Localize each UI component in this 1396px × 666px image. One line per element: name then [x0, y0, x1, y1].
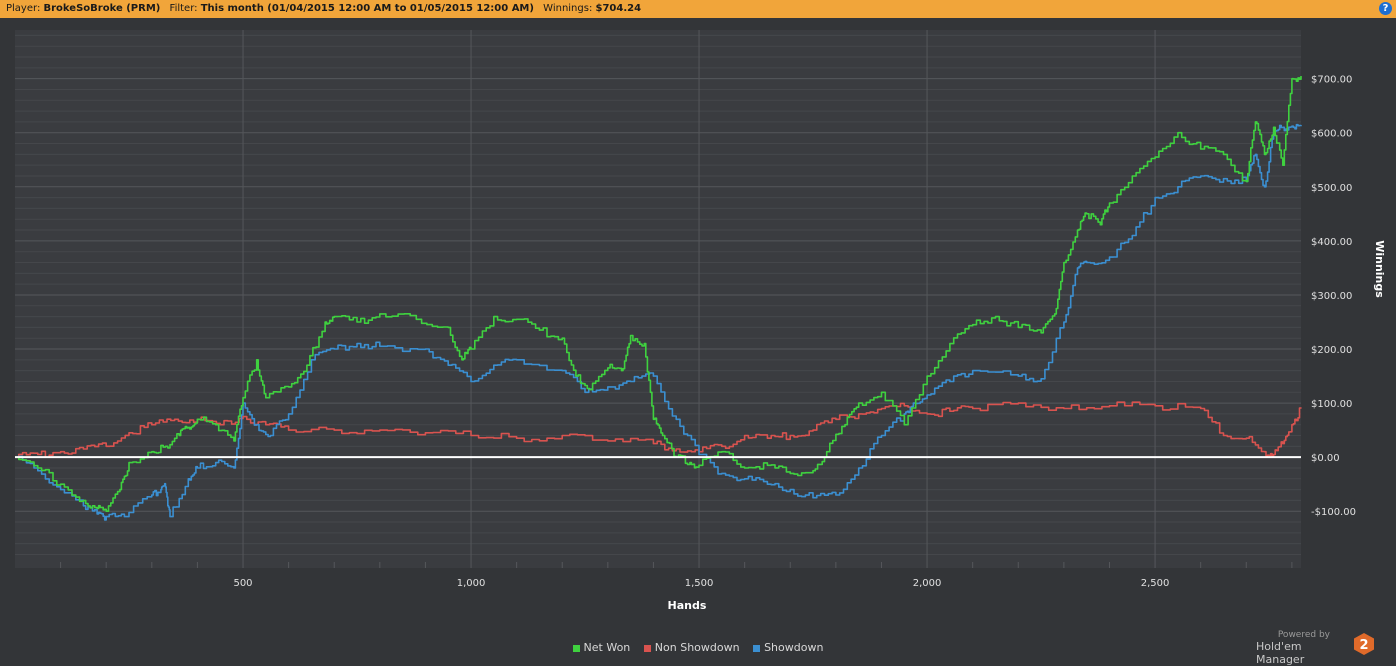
chart-legend: Net Won Non Showdown Showdown: [0, 641, 1396, 654]
y-tick-label: $400.00: [1311, 237, 1352, 248]
x-tick-label: 2,500: [1141, 578, 1170, 589]
logo-text: 2: [1359, 638, 1368, 653]
legend-showdown-label: Showdown: [764, 641, 824, 654]
legend-net-won-swatch: [572, 644, 580, 652]
legend-non-showdown-swatch: [643, 644, 651, 652]
y-tick-label: $300.00: [1311, 291, 1352, 302]
y-axis-title: Winnings: [1373, 240, 1386, 298]
winnings-chart: -$100.00 $0.00 $100.00 $200.00 $300.00 $400.0…: [15, 30, 1386, 612]
brand-name: Hold'em Manager: [1256, 640, 1305, 666]
legend-non-showdown-label: Non Showdown: [654, 641, 740, 654]
x-tick-label: 1,000: [457, 578, 486, 589]
y-tick-label: $500.00: [1311, 183, 1352, 194]
x-tick-label: 500: [233, 578, 252, 589]
y-tick-label: -$100.00: [1311, 507, 1356, 518]
legend-showdown[interactable]: Showdown: [753, 641, 823, 654]
legend-net-won-label: Net Won: [583, 641, 631, 654]
legend-non-showdown[interactable]: Non Showdown: [643, 641, 740, 654]
y-tick-label: $200.00: [1311, 345, 1352, 356]
legend-net-won[interactable]: Net Won: [572, 641, 631, 654]
y-tick-label: $0.00: [1311, 453, 1340, 464]
x-tick-label: 2,000: [913, 578, 942, 589]
powered-by-text: Powered by: [1277, 630, 1330, 640]
x-axis-title: Hands: [668, 599, 707, 612]
hem2-logo-icon: 2: [1354, 633, 1374, 655]
legend-showdown-swatch: [753, 644, 761, 652]
y-tick-label: $600.00: [1311, 129, 1352, 140]
y-tick-label: $700.00: [1311, 75, 1352, 86]
y-tick-label: $100.00: [1311, 399, 1352, 410]
branding: Powered by Hold'em Manager 2: [1256, 630, 1376, 666]
x-tick-label: 1,500: [685, 578, 714, 589]
